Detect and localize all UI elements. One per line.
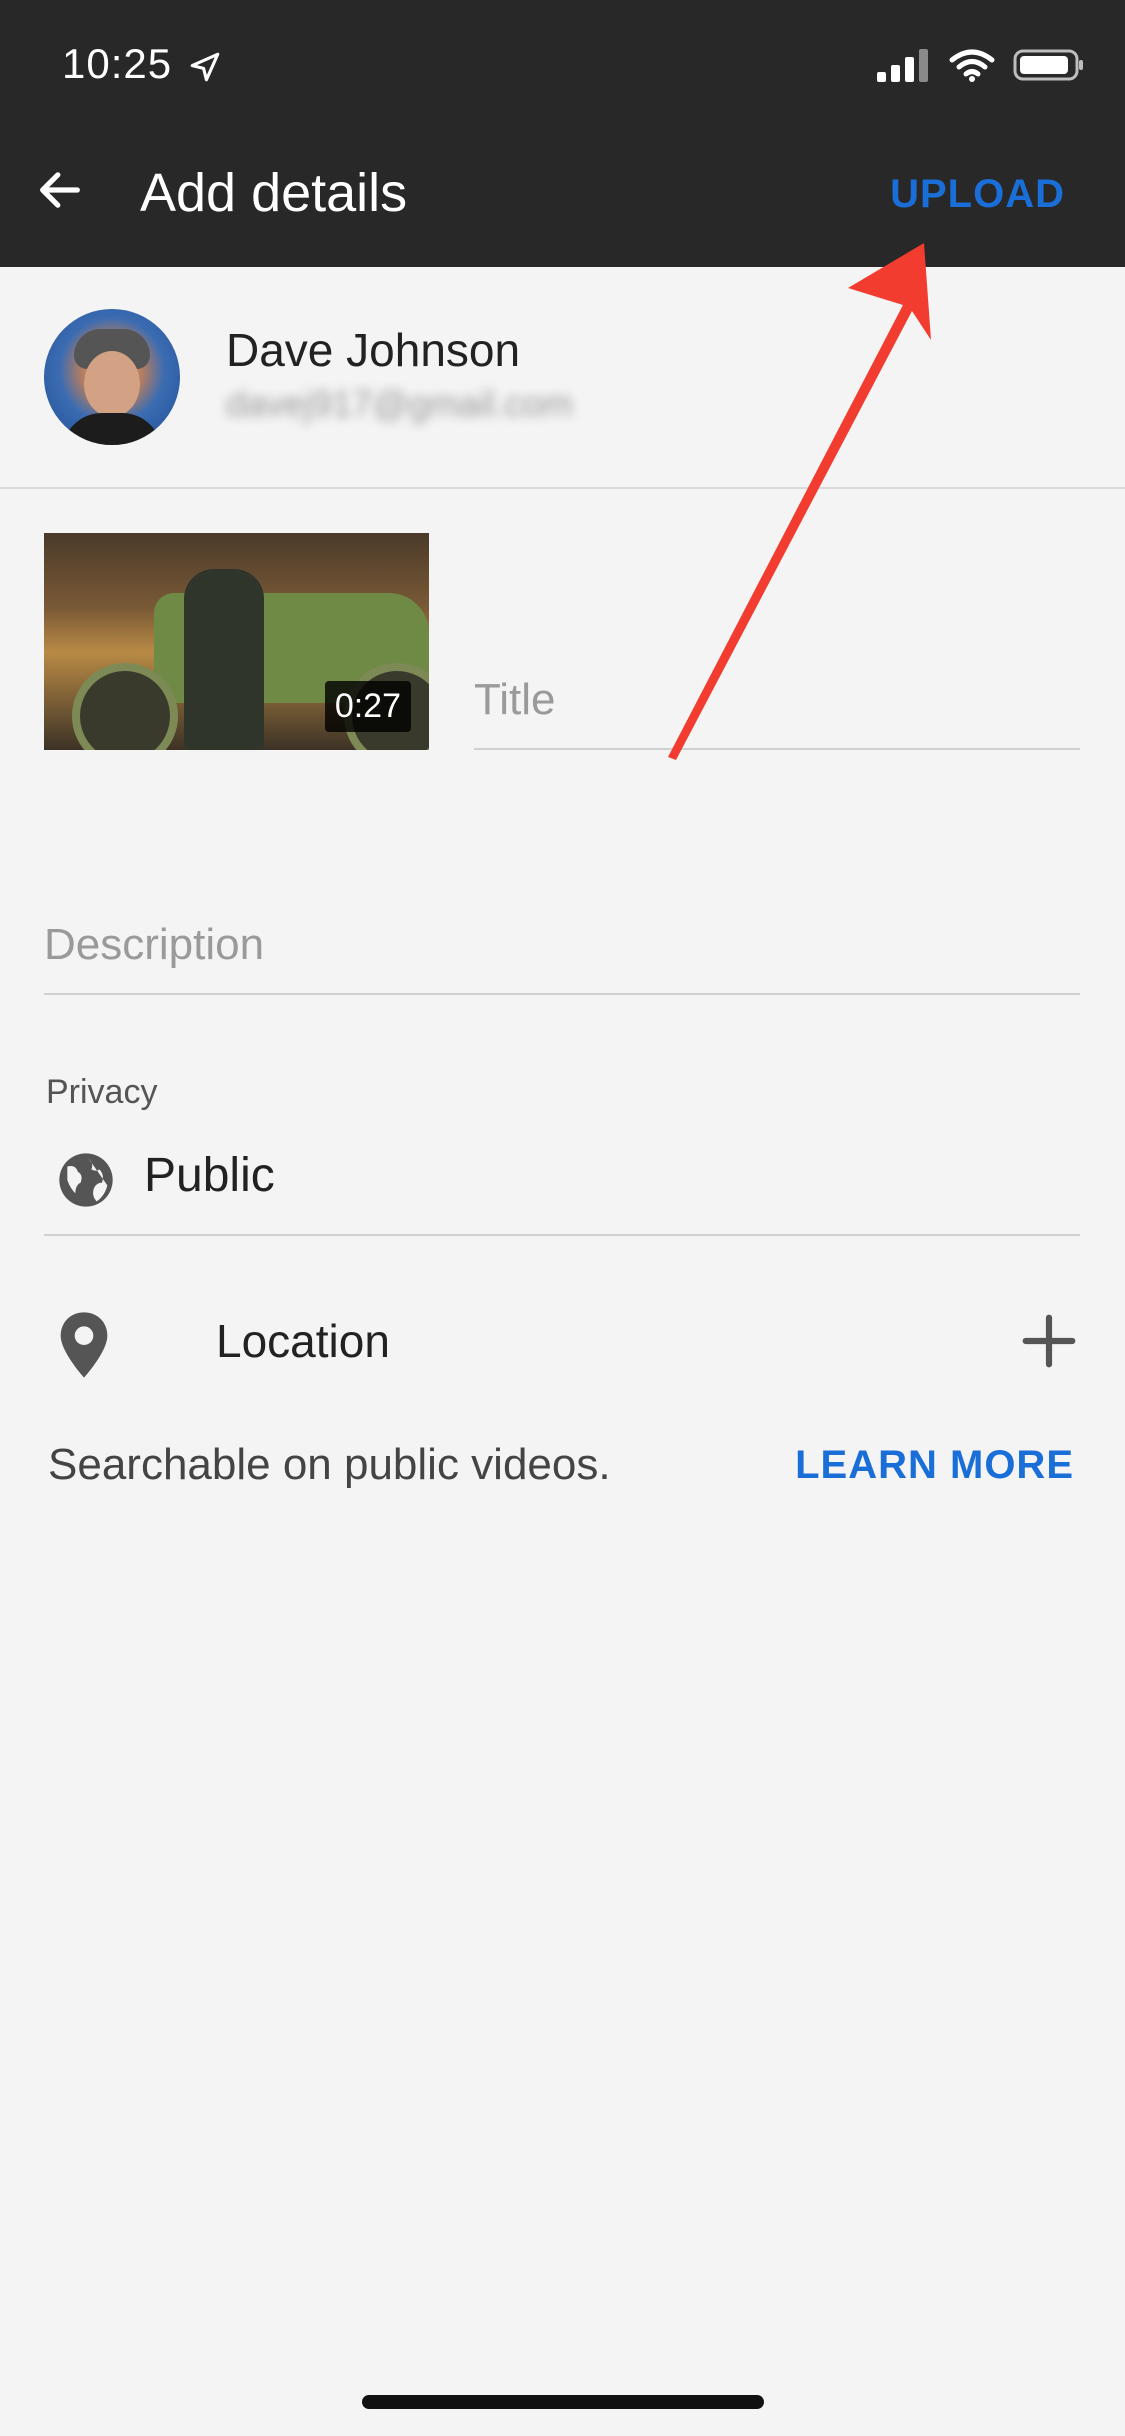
battery-icon (1013, 49, 1083, 81)
status-time: 10:25 (62, 40, 173, 87)
account-row: Dave Johnson davej917@gmail.com (0, 267, 1125, 489)
learn-more-link[interactable]: LEARN MORE (795, 1443, 1074, 1488)
wifi-icon (949, 49, 995, 82)
back-button[interactable] (30, 160, 90, 220)
account-name: Dave Johnson (226, 324, 521, 376)
globe-icon (59, 1153, 113, 1207)
video-thumbnail: 0:27 (44, 533, 429, 750)
upload-button[interactable]: UPLOAD (890, 172, 1065, 217)
back-arrow-icon (40, 172, 80, 208)
privacy-selector[interactable]: Public (44, 1130, 1080, 1236)
status-icons (877, 48, 1085, 82)
plus-icon[interactable] (1018, 1310, 1080, 1372)
cellular-signal-icon (877, 49, 928, 82)
title-field-wrapper (474, 660, 1080, 750)
privacy-value: Public (144, 1149, 275, 1202)
avatar (44, 309, 180, 445)
searchable-note: Searchable on public videos. (48, 1440, 611, 1489)
privacy-label: Privacy (46, 1073, 158, 1111)
location-row[interactable]: Location (44, 1290, 1080, 1394)
description-field-wrapper (44, 905, 1080, 995)
title-input[interactable] (474, 660, 1080, 740)
home-indicator (362, 2395, 764, 2409)
location-arrow-icon (190, 52, 220, 82)
app-header: 10:25 Add details UPLOAD (0, 0, 1125, 267)
location-pin-icon (60, 1312, 108, 1378)
location-label: Location (216, 1315, 390, 1367)
video-duration: 0:27 (324, 681, 411, 732)
description-input[interactable] (44, 905, 1080, 985)
page-title: Add details (140, 163, 408, 223)
account-email: davej917@gmail.com (226, 383, 573, 424)
